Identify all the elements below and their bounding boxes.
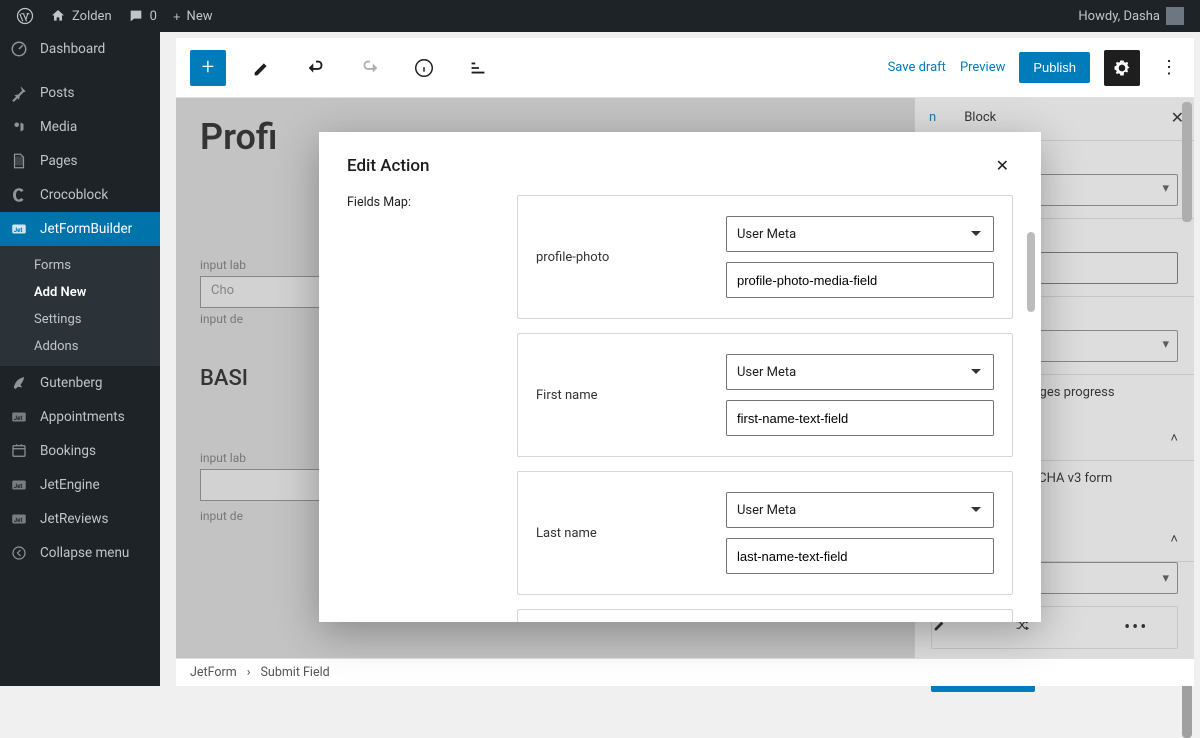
sub-addons[interactable]: Addons [0,333,160,360]
field-type-select[interactable]: User Meta [726,354,994,390]
comment-icon [128,8,144,24]
menu-pages[interactable]: Pages [0,144,160,178]
wordpress-icon [16,7,34,25]
sub-add-new[interactable]: Add New [0,279,160,306]
bookings-icon [10,442,30,460]
edit-mode-button[interactable] [244,50,280,86]
field-value-input[interactable] [726,262,994,298]
redo-icon [359,57,381,79]
undo-icon [305,57,327,79]
field-key: First name [536,388,696,403]
field-value-input[interactable] [726,538,994,574]
save-draft-link[interactable]: Save draft [888,60,946,75]
gutenberg-icon [10,374,30,392]
field-type-select[interactable]: User Meta [726,492,994,528]
chevron-up-icon: ˄ [1170,430,1178,446]
sub-settings[interactable]: Settings [0,306,160,333]
jet-icon: Jet [10,476,30,494]
more-action-button[interactable]: ••• [1095,607,1177,648]
chevron-up-icon: ˄ [1170,531,1178,547]
wp-logo[interactable] [8,0,42,32]
dashboard-icon [10,40,30,58]
jet-icon: Jet [10,408,30,426]
menu-bookings[interactable]: Bookings [0,434,160,468]
menu-posts[interactable]: Posts [0,76,160,110]
new-link[interactable]: + New [165,0,221,32]
comments-link[interactable]: 0 [120,0,165,32]
crumb-leaf[interactable]: Submit Field [261,665,330,680]
menu-crocoblock[interactable]: Crocoblock [0,178,160,212]
block-breadcrumb: JetForm › Submit Field [176,658,1194,686]
field-value-input[interactable] [726,400,994,436]
menu-gutenberg[interactable]: Gutenberg [0,366,160,400]
adminbar: Zolden 0 + New Howdy, Dasha [0,0,1200,32]
preview-link[interactable]: Preview [960,60,1005,75]
menu-jetreviews[interactable]: Jet JetReviews [0,502,160,536]
chevron-right-icon: › [247,665,251,680]
menu-jetengine[interactable]: Jet JetEngine [0,468,160,502]
field-key: profile-photo [536,250,696,265]
add-block-button[interactable]: + [190,50,226,86]
info-button[interactable] [406,50,442,86]
modal-title: Edit Action [347,156,430,176]
home-icon [50,8,66,24]
menu-collapse[interactable]: Collapse menu [0,536,160,570]
editor-toolbar: + Save draft Preview Publish [176,38,1194,98]
undo-button[interactable] [298,50,334,86]
gear-icon [1112,58,1132,78]
settings-button[interactable] [1104,50,1140,86]
modal-close-button[interactable]: ✕ [992,152,1013,179]
publish-button[interactable]: Publish [1019,52,1090,83]
info-icon [413,57,435,79]
pin-icon [10,84,30,102]
media-icon [10,118,30,136]
fields-map-row: About meUser Meta [517,609,1013,622]
howdy-text: Howdy, Dasha [1078,9,1160,24]
pencil-icon [251,57,273,79]
collapse-icon [10,544,30,562]
modal-scrollbar[interactable] [1025,232,1037,312]
field-key: Last name [536,526,696,541]
list-icon [467,57,489,79]
svg-text:Jet: Jet [14,483,23,490]
svg-text:Jet: Jet [14,227,23,234]
page-icon [10,152,30,170]
svg-text:Jet: Jet [14,415,23,422]
menu-jetformbuilder[interactable]: Jet JetFormBuilder [0,212,160,246]
field-type-select[interactable]: User Meta [726,216,994,252]
admin-sidebar: Dashboard Posts Media Pages Crocoblock J… [0,32,160,686]
menu-appointments[interactable]: Jet Appointments [0,400,160,434]
sub-forms[interactable]: Forms [0,252,160,279]
avatar [1166,7,1184,25]
submenu-jetformbuilder: Forms Add New Settings Addons [0,246,160,366]
site-link[interactable]: Zolden [42,0,120,32]
menu-media[interactable]: Media [0,110,160,144]
jet-icon: Jet [10,220,30,238]
menu-dashboard[interactable]: Dashboard [0,32,160,66]
new-label: New [187,9,213,24]
outline-button[interactable] [460,50,496,86]
more-options-button[interactable]: ⋮ [1154,50,1184,86]
redo-button[interactable] [352,50,388,86]
fields-map-row: First name User Meta [517,333,1013,457]
comments-count: 0 [150,9,157,24]
site-name: Zolden [72,9,112,24]
kebab-icon: ⋮ [1160,57,1178,78]
panel-scrollbar[interactable] [1180,98,1194,686]
fields-map-label: Fields Map: [347,195,487,210]
dots-icon: ••• [1124,617,1148,638]
edit-action-modal: Edit Action ✕ Fields Map: profile-photo U… [319,132,1041,622]
howdy-link[interactable]: Howdy, Dasha [1070,0,1192,32]
content-area: + Save draft Preview Publish [160,32,1200,686]
fields-map-row: Last name User Meta [517,471,1013,595]
svg-text:Jet: Jet [14,517,23,524]
croco-icon [10,186,30,204]
plus-icon: + [173,9,181,24]
crumb-root[interactable]: JetForm [190,665,237,680]
jet-icon: Jet [10,510,30,528]
fields-map-row: profile-photo User Meta [517,195,1013,319]
